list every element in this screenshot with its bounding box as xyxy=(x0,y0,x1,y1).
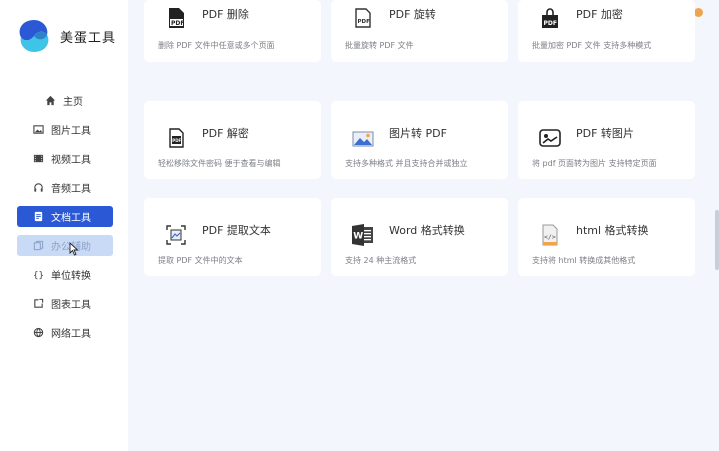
card-title: PDF 解密 xyxy=(202,127,249,140)
pdf-encrypt-icon: PDF xyxy=(542,8,558,28)
card-title: PDF 提取文本 xyxy=(202,224,271,237)
svg-text:{}: {} xyxy=(33,270,44,280)
sidebar-item-label: 音频工具 xyxy=(51,184,91,195)
sidebar-item-document-tools[interactable]: 文档工具 xyxy=(17,206,113,227)
app-name: 美蛋工具 xyxy=(60,30,117,46)
braces-icon: {} xyxy=(33,269,44,280)
sidebar-item-label: 图片工具 xyxy=(51,126,91,137)
globe-icon xyxy=(33,327,44,338)
pdf-decrypt-icon: PDF xyxy=(169,128,184,148)
svg-text:PDF: PDF xyxy=(544,20,557,27)
tool-card-word-convert[interactable]: W Word 格式转换 支持 24 种主流格式 xyxy=(331,198,508,276)
pdf-extract-text-icon xyxy=(166,225,186,245)
home-icon xyxy=(45,95,56,106)
card-description: 支持将 html 转换成其他格式 xyxy=(532,256,636,265)
sidebar-nav: 主页 图片工具 视频工具 音频工具 文档工具 {} 单位转换 图表工具 网络工具 xyxy=(0,90,128,351)
card-description: 将 pdf 页面转为图片 支持特定页面 xyxy=(532,159,657,168)
app-logo: 美蛋工具 xyxy=(14,18,124,54)
mouse-cursor-icon xyxy=(69,242,79,256)
card-title: PDF 旋转 xyxy=(389,8,436,21)
chart-icon xyxy=(33,298,44,309)
tool-card-html-convert[interactable]: </> html 格式转换 支持将 html 转换成其他格式 xyxy=(518,198,695,276)
html-icon: </> xyxy=(542,224,558,246)
sidebar-item-home[interactable]: 主页 xyxy=(17,90,113,111)
card-title: PDF 转图片 xyxy=(576,127,634,140)
app-logo-icon xyxy=(19,20,49,52)
sidebar-item-label: 文档工具 xyxy=(51,213,91,224)
sidebar-item-video-tools[interactable]: 视频工具 xyxy=(17,148,113,169)
sidebar-item-label: 主页 xyxy=(63,97,83,108)
tool-card-pdf-extract-text[interactable]: PDF 提取文本 提取 PDF 文件中的文本 xyxy=(144,198,321,276)
card-description: 批量加密 PDF 文件 支持多种模式 xyxy=(532,41,652,50)
card-description: 轻松移除文件密码 便于查看与编辑 xyxy=(158,159,281,168)
svg-text:PDF: PDF xyxy=(171,20,184,27)
card-title: Word 格式转换 xyxy=(389,224,465,237)
sidebar-item-label: 视频工具 xyxy=(51,155,91,166)
pdf-delete-icon: PDF xyxy=(169,8,184,28)
image-to-pdf-icon xyxy=(352,131,374,147)
tool-card-pdf-delete[interactable]: PDF PDF 删除 删除 PDF 文件中任意或多个页面 xyxy=(144,0,321,62)
sidebar-item-office-assist[interactable]: 办公辅助 xyxy=(17,235,113,256)
window-close-dot[interactable] xyxy=(694,8,703,17)
card-description: 删除 PDF 文件中任意或多个页面 xyxy=(158,41,275,50)
tool-card-pdf-rotate[interactable]: PDF PDF 旋转 批量旋转 PDF 文件 xyxy=(331,0,508,62)
sidebar-item-unit-conversion[interactable]: {} 单位转换 xyxy=(17,264,113,285)
card-title: PDF 删除 xyxy=(202,8,249,21)
tool-card-pdf-encrypt[interactable]: PDF PDF 加密 批量加密 PDF 文件 支持多种模式 xyxy=(518,0,695,62)
tool-card-image-to-pdf[interactable]: 图片转 PDF 支持多种格式 并且支持合并或独立 xyxy=(331,101,508,179)
sidebar-item-chart-tools[interactable]: 图表工具 xyxy=(17,293,113,314)
content-scrollbar[interactable] xyxy=(715,210,719,270)
card-title: PDF 加密 xyxy=(576,8,623,21)
copy-icon xyxy=(33,240,44,251)
card-title: 图片转 PDF xyxy=(389,127,447,140)
svg-text:PDF: PDF xyxy=(172,138,181,143)
card-title: html 格式转换 xyxy=(576,224,649,237)
document-icon xyxy=(33,211,44,222)
sidebar-item-label: 单位转换 xyxy=(51,271,91,282)
card-description: 提取 PDF 文件中的文本 xyxy=(158,256,243,265)
sidebar-item-label: 网络工具 xyxy=(51,329,91,340)
headphones-icon xyxy=(33,182,44,193)
tool-card-pdf-decrypt[interactable]: PDF PDF 解密 轻松移除文件密码 便于查看与编辑 xyxy=(144,101,321,179)
svg-text:W: W xyxy=(353,232,363,242)
sidebar-item-network-tools[interactable]: 网络工具 xyxy=(17,322,113,343)
svg-text:</>: </> xyxy=(544,233,556,241)
card-description: 支持多种格式 并且支持合并或独立 xyxy=(345,159,468,168)
sidebar-item-image-tools[interactable]: 图片工具 xyxy=(17,119,113,140)
image-icon xyxy=(33,124,44,135)
card-description: 批量旋转 PDF 文件 xyxy=(345,41,414,50)
pdf-rotate-icon: PDF xyxy=(355,8,371,28)
video-icon xyxy=(33,153,44,164)
word-icon: W xyxy=(352,224,373,246)
tool-card-pdf-to-image[interactable]: PDF 转图片 将 pdf 页面转为图片 支持特定页面 xyxy=(518,101,695,179)
sidebar-item-label: 图表工具 xyxy=(51,300,91,311)
sidebar-item-audio-tools[interactable]: 音频工具 xyxy=(17,177,113,198)
card-description: 支持 24 种主流格式 xyxy=(345,256,417,265)
svg-text:PDF: PDF xyxy=(358,19,371,25)
pdf-to-image-icon xyxy=(539,129,561,147)
sidebar: 美蛋工具 主页 图片工具 视频工具 音频工具 文档工具 {} 单位转换 图表工具… xyxy=(0,0,128,451)
